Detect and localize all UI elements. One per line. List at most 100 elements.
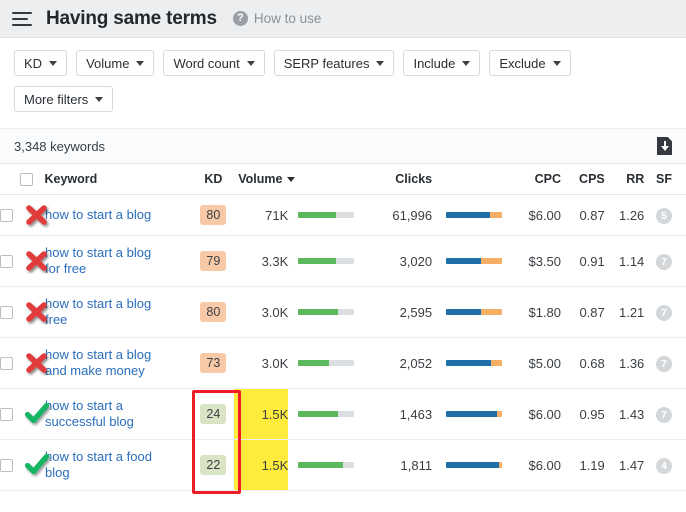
kd-badge: 80 bbox=[200, 302, 227, 323]
cell-clicks: 2,052 bbox=[361, 337, 437, 390]
cell-clicks-bar bbox=[436, 337, 507, 390]
table-row[interactable]: how to start a blog for free 79 3.3K 3,020 $… bbox=[0, 235, 686, 288]
sf-badge: 5 bbox=[656, 207, 672, 224]
kd-badge: 22 bbox=[200, 455, 227, 476]
select-all-checkbox[interactable] bbox=[20, 173, 33, 187]
sf-badge: 7 bbox=[656, 355, 672, 372]
filter-include[interactable]: Include bbox=[403, 50, 481, 76]
col-rr[interactable]: RR bbox=[604, 164, 645, 196]
row-checkbox[interactable] bbox=[0, 254, 13, 268]
cell-cpc: $1.80 bbox=[506, 286, 562, 339]
filter-more-filters[interactable]: More filters bbox=[14, 86, 114, 112]
cell-cpc: $6.00 bbox=[506, 194, 562, 237]
cell-cps: 0.91 bbox=[561, 235, 605, 288]
cell-keyword[interactable]: how to start a blog free bbox=[0, 286, 193, 339]
filter-word-count[interactable]: Word count bbox=[163, 50, 265, 76]
cell-clicks: 3,020 bbox=[361, 235, 437, 288]
cell-sf: 7 bbox=[644, 235, 686, 288]
how-to-use-link[interactable]: ? How to use bbox=[232, 11, 321, 26]
cell-volume-bar bbox=[288, 337, 362, 390]
cell-keyword[interactable]: how to start a blog for free bbox=[0, 235, 193, 288]
cell-clicks-bar bbox=[436, 286, 507, 339]
volume-bar bbox=[298, 212, 355, 219]
table-row[interactable]: how to start a food blog 22 1.5K 1,811 $6.00… bbox=[0, 439, 686, 492]
keyword-link[interactable]: how to start a successful blog bbox=[41, 398, 169, 430]
cell-cpc: $5.00 bbox=[506, 337, 562, 390]
cell-keyword[interactable]: how to start a blog bbox=[0, 194, 193, 237]
col-keyword[interactable]: Keyword bbox=[0, 164, 193, 196]
row-checkbox[interactable] bbox=[0, 458, 13, 472]
filter-serp-features[interactable]: SERP features bbox=[273, 50, 395, 76]
cell-cps: 0.68 bbox=[561, 337, 605, 390]
filter-kd[interactable]: KD bbox=[14, 50, 68, 76]
col-sf[interactable]: SF bbox=[644, 164, 686, 196]
kd-badge: 24 bbox=[200, 404, 227, 425]
cell-rr: 1.26 bbox=[604, 194, 645, 237]
cell-kd: 79 bbox=[192, 235, 235, 288]
cell-kd: 80 bbox=[192, 286, 235, 339]
keywords-table: Keyword KD Volume Clicks CPC CPS RR SF h… bbox=[0, 164, 686, 492]
cell-clicks: 1,463 bbox=[361, 388, 437, 441]
row-checkbox[interactable] bbox=[0, 305, 13, 319]
cell-volume: 1.5K bbox=[234, 439, 289, 492]
keyword-link[interactable]: how to start a blog bbox=[41, 207, 151, 223]
hamburger-icon[interactable] bbox=[12, 11, 32, 26]
cell-volume: 3.3K bbox=[234, 235, 289, 288]
table-body: how to start a blog 80 71K 61,996 $6.00 0.87 1… bbox=[0, 194, 686, 492]
cell-rr: 1.47 bbox=[604, 439, 645, 492]
table-row[interactable]: how to start a successful blog 24 1.5K 1,46… bbox=[0, 388, 686, 441]
keyword-count-label: 3,348 keywords bbox=[14, 138, 106, 154]
chevron-down-icon bbox=[376, 60, 385, 66]
sf-badge: 7 bbox=[656, 253, 672, 270]
filter-exclude[interactable]: Exclude bbox=[489, 50, 571, 76]
app-header: Having same terms ? How to use bbox=[0, 0, 686, 38]
cell-volume: 3.0K bbox=[234, 337, 289, 390]
filter-kd-label: KD bbox=[24, 55, 43, 71]
col-clicks[interactable]: Clicks bbox=[361, 164, 437, 196]
table-row[interactable]: how to start a blog and make money 73 3.0K… bbox=[0, 337, 686, 390]
cell-clicks: 2,595 bbox=[361, 286, 437, 339]
question-circle-icon: ? bbox=[232, 11, 248, 26]
filters-panel: KD Volume Word count SERP features Inclu… bbox=[0, 38, 686, 128]
col-volume[interactable]: Volume bbox=[234, 164, 362, 196]
col-cpc[interactable]: CPC bbox=[506, 164, 562, 196]
row-checkbox[interactable] bbox=[0, 356, 13, 370]
filter-volume-label: Volume bbox=[86, 55, 130, 71]
col-cpc-label: CPC bbox=[534, 172, 562, 187]
row-checkbox[interactable] bbox=[0, 208, 13, 222]
clicks-bar bbox=[446, 212, 503, 219]
cell-rr: 1.36 bbox=[604, 337, 645, 390]
cell-keyword[interactable]: how to start a successful blog bbox=[0, 388, 193, 441]
cell-rr: 1.14 bbox=[604, 235, 645, 288]
volume-bar bbox=[298, 411, 355, 418]
chevron-down-icon bbox=[246, 60, 255, 66]
cell-cps: 0.95 bbox=[561, 388, 605, 441]
download-icon[interactable] bbox=[657, 137, 672, 155]
keyword-link[interactable]: how to start a blog for free bbox=[41, 245, 169, 277]
col-cps[interactable]: CPS bbox=[561, 164, 605, 196]
cell-keyword[interactable]: how to start a blog and make money bbox=[0, 337, 193, 390]
sf-badge: 7 bbox=[656, 304, 672, 321]
keyword-link[interactable]: how to start a blog and make money bbox=[41, 347, 169, 379]
row-checkbox[interactable] bbox=[0, 407, 13, 421]
keyword-link[interactable]: how to start a food blog bbox=[41, 449, 169, 481]
cell-clicks: 1,811 bbox=[361, 439, 437, 492]
volume-bar bbox=[298, 462, 355, 469]
keyword-link[interactable]: how to start a blog free bbox=[41, 296, 169, 328]
col-volume-label: Volume bbox=[238, 172, 283, 187]
table-row[interactable]: how to start a blog 80 71K 61,996 $6.00 0.87 1… bbox=[0, 194, 686, 237]
cell-clicks-bar bbox=[436, 388, 507, 441]
cell-kd: 24 bbox=[192, 388, 235, 441]
table-row[interactable]: how to start a blog free 80 3.0K 2,595 $1.80… bbox=[0, 286, 686, 339]
chevron-down-icon bbox=[287, 176, 296, 182]
cell-cps: 1.19 bbox=[561, 439, 605, 492]
col-kd[interactable]: KD bbox=[192, 164, 235, 196]
filter-volume[interactable]: Volume bbox=[76, 50, 155, 76]
cell-keyword[interactable]: how to start a food blog bbox=[0, 439, 193, 492]
cell-rr: 1.43 bbox=[604, 388, 645, 441]
cell-sf: 7 bbox=[644, 286, 686, 339]
chevron-down-icon bbox=[49, 60, 58, 66]
cell-cps: 0.87 bbox=[561, 194, 605, 237]
cell-cpc: $6.00 bbox=[506, 388, 562, 441]
cell-clicks-bar bbox=[436, 235, 507, 288]
